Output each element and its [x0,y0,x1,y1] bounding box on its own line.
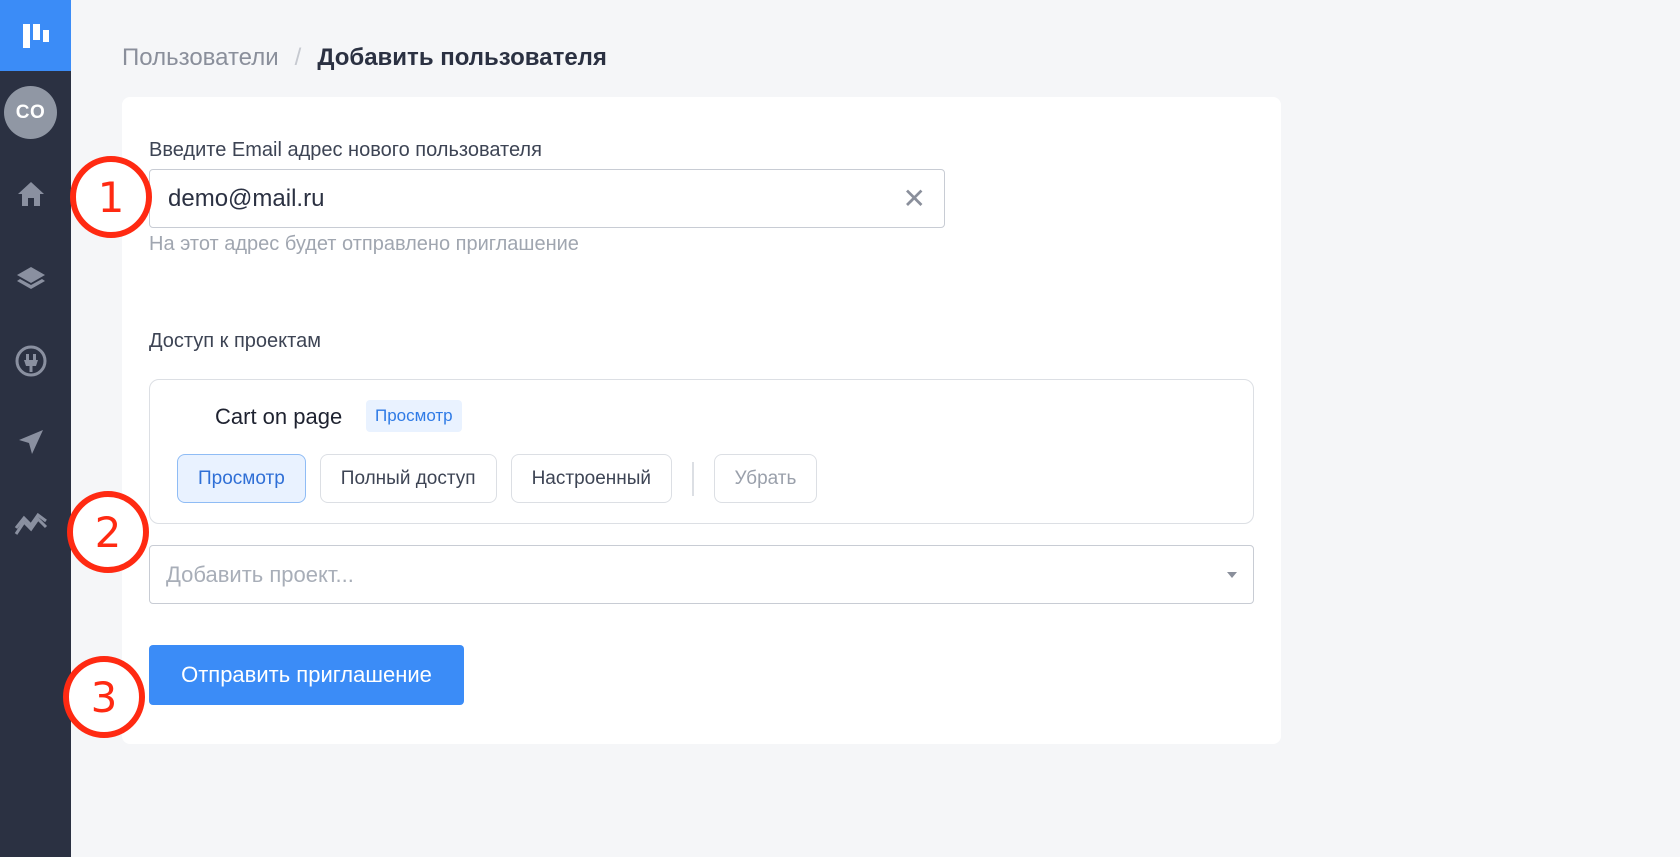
chevron-down-icon [1227,571,1237,578]
divider [692,461,694,496]
breadcrumb-users-link[interactable]: Пользователи [122,44,279,72]
home-icon[interactable] [0,169,62,219]
project-name: Cart on page [215,404,343,429]
callout-marker: 2 [67,491,149,573]
send-icon[interactable] [0,417,62,467]
callout-marker: 3 [63,656,145,738]
role-option-custom[interactable]: Настроенный [510,454,673,503]
role-option-full-access[interactable]: Полный доступ [319,454,497,503]
add-user-card: Введите Email адрес нового пользователя … [122,97,1281,744]
project-access-label: Доступ к проектам [149,330,321,352]
callout-marker: 1 [70,156,152,238]
sidebar: CO [0,0,71,857]
email-value: demo@mail.ru [168,184,325,212]
analytics-icon[interactable] [0,500,62,550]
role-option-view[interactable]: Просмотр [177,454,306,503]
role-options: Просмотр Полный доступ Настроенный Убрат… [177,454,818,503]
email-field[interactable]: demo@mail.ru ✕ [149,169,945,228]
email-hint: На этот адрес будет отправлено приглашен… [149,233,579,255]
remove-project-button[interactable]: Убрать [713,454,818,503]
page-title: Добавить пользователя [317,44,607,71]
role-badge: Просмотр [366,400,462,432]
main-content: Пользователи / Добавить пользователя Вве… [71,0,1680,857]
breadcrumb: Пользователи / Добавить пользователя [122,44,607,72]
send-invite-button[interactable]: Отправить приглашение [149,645,464,705]
brand-logo-icon[interactable] [0,0,71,71]
email-label: Введите Email адрес нового пользователя [149,139,542,161]
clear-icon[interactable]: ✕ [903,184,926,213]
add-project-placeholder: Добавить проект... [166,561,354,587]
layers-icon[interactable] [0,253,62,303]
breadcrumb-separator: / [294,44,302,71]
add-project-select[interactable]: Добавить проект... [149,545,1254,604]
plug-icon[interactable] [0,336,62,386]
project-access-item: Cart on page Просмотр Просмотр Полный до… [149,379,1254,524]
avatar[interactable]: CO [4,86,57,139]
